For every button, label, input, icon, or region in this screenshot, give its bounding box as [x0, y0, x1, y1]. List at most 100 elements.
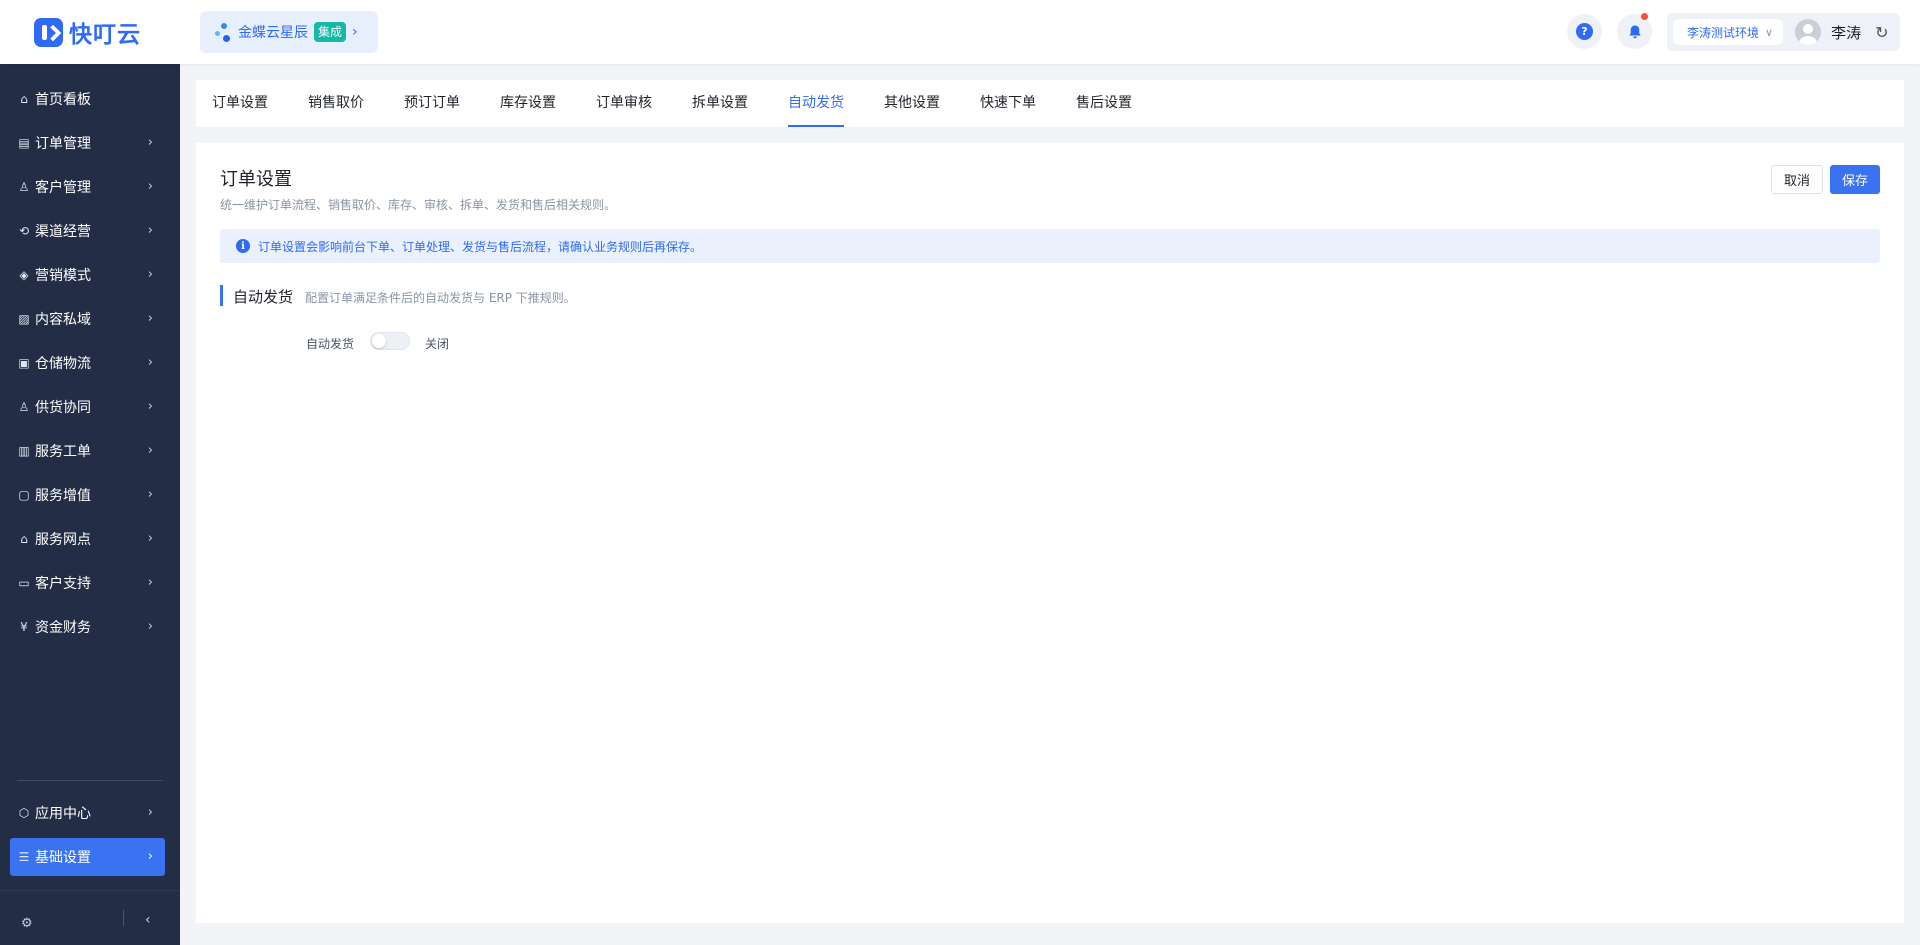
sidebar-item-service-points[interactable]: ⌂ 服务网点 ›: [10, 520, 165, 558]
sidebar-item-basic-settings[interactable]: ☰ 基础设置 ›: [10, 838, 165, 876]
bell-icon: [1628, 25, 1641, 38]
tab-sales-pricing[interactable]: 销售取价: [308, 80, 364, 127]
toggle-state-text: 关闭: [425, 337, 450, 351]
tag-icon: ◈: [19, 268, 29, 282]
auto-ship-toggle[interactable]: [370, 332, 410, 350]
chevron-down-icon: ∨: [1765, 25, 1774, 39]
refresh-icon[interactable]: ↻: [1875, 23, 1888, 42]
ticket-icon: ▥: [18, 444, 30, 458]
yen-icon: ¥: [20, 620, 28, 634]
brand-name: 快叮云: [69, 22, 141, 48]
support-icon: ▭: [18, 576, 30, 590]
tab-other-settings[interactable]: 其他设置: [884, 80, 940, 127]
info-icon: i: [236, 239, 250, 253]
chevron-right-icon: ›: [147, 619, 153, 634]
settings-card: 订单设置 统一维护订单流程、销售取价、库存、审核、拆单、发货和售后相关规则。 取…: [196, 143, 1904, 923]
chevron-right-icon: ›: [147, 267, 153, 282]
sidebar-item-label: 渠道经营: [35, 224, 91, 240]
page-description: 统一维护订单流程、销售取价、库存、审核、拆单、发货和售后相关规则。: [220, 198, 617, 212]
sidebar-item-content[interactable]: ▨ 内容私域 ›: [10, 300, 165, 338]
box-icon: ▣: [18, 356, 30, 370]
sidebar-item-value-added[interactable]: ▢ 服务增值 ›: [10, 476, 165, 514]
chevron-right-icon: ›: [147, 135, 153, 150]
sidebar-item-orders[interactable]: ▤ 订单管理 ›: [10, 124, 165, 162]
chevron-right-icon: ›: [147, 487, 153, 502]
gear-icon[interactable]: ⚙: [21, 916, 33, 931]
info-alert: i 订单设置会影响前台下单、订单处理、发货与售后流程，请确认业务规则后再保存。: [220, 229, 1880, 263]
chevron-right-icon: ›: [147, 443, 153, 458]
section-title: 自动发货: [233, 288, 294, 306]
auto-ship-label: 自动发货: [306, 337, 355, 351]
sidebar-item-label: 首页看板: [35, 92, 91, 108]
tab-split-settings[interactable]: 拆单设置: [692, 80, 748, 127]
collapse-sidebar-icon[interactable]: ‹: [145, 912, 151, 928]
help-button[interactable]: ?: [1567, 14, 1602, 49]
section-description: 配置订单满足条件后的自动发货与 ERP 下推规则。: [305, 291, 576, 305]
chevron-right-icon: ›: [147, 805, 153, 820]
sidebar-item-service-tickets[interactable]: ▥ 服务工单 ›: [10, 432, 165, 470]
top-header: 快叮云 金蝶云星辰 集成 › ? 李涛测试环境 ∨ 李涛 ↻: [0, 0, 1920, 64]
chevron-right-icon: ›: [147, 531, 153, 546]
tab-order-review[interactable]: 订单审核: [596, 80, 652, 127]
sidebar-item-label: 客户管理: [35, 180, 91, 196]
settings-icon: ☰: [18, 850, 30, 864]
sidebar-item-supply[interactable]: ♙ 供货协同 ›: [10, 388, 165, 426]
store-icon: ⌂: [20, 532, 28, 546]
save-button[interactable]: 保存: [1830, 165, 1880, 194]
sidebar-item-label: 基础设置: [35, 850, 91, 866]
notification-button[interactable]: [1617, 13, 1652, 49]
logo-mark-icon: [34, 17, 63, 47]
org-switcher[interactable]: 金蝶云星辰 集成 ›: [200, 11, 378, 53]
home-icon: ⌂: [20, 92, 28, 106]
user-area: 李涛测试环境 ∨ 李涛 ↻: [1667, 13, 1900, 51]
avatar[interactable]: [1795, 19, 1822, 45]
section-accent-bar: [220, 285, 223, 306]
sidebar-item-warehouse[interactable]: ▣ 仓储物流 ›: [10, 344, 165, 382]
env-select[interactable]: 李涛测试环境 ∨: [1673, 19, 1784, 45]
sidebar-item-support[interactable]: ▭ 客户支持 ›: [10, 564, 165, 602]
sidebar-item-label: 服务工单: [35, 444, 91, 460]
tab-quick-order[interactable]: 快速下单: [980, 80, 1036, 127]
sidebar-item-channels[interactable]: ⟲ 渠道经营 ›: [10, 212, 165, 250]
cube-icon: ⬡: [18, 806, 30, 820]
chevron-right-icon: ›: [147, 311, 153, 326]
sidebar-item-label: 资金财务: [35, 620, 91, 636]
app-logo[interactable]: 快叮云: [0, 0, 180, 64]
sidebar-item-label: 服务增值: [35, 488, 91, 504]
page-title: 订单设置: [220, 169, 292, 190]
tab-inventory-settings[interactable]: 库存设置: [500, 80, 556, 127]
chevron-right-icon: ›: [147, 849, 153, 864]
tab-after-sales[interactable]: 售后设置: [1076, 80, 1132, 127]
tab-order-settings[interactable]: 订单设置: [212, 80, 268, 127]
sidebar-item-label: 订单管理: [35, 136, 91, 152]
sidebar-item-label: 供货协同: [35, 400, 91, 416]
chevron-right-icon: ›: [147, 223, 153, 238]
tab-pre-orders[interactable]: 预订订单: [404, 80, 460, 127]
sidebar-item-finance[interactable]: ¥ 资金财务 ›: [10, 608, 165, 646]
sidebar-item-label: 客户支持: [35, 576, 91, 592]
org-tag-badge: 集成: [314, 22, 347, 42]
supply-icon: ♙: [18, 400, 30, 414]
sidebar-item-marketing[interactable]: ◈ 营销模式 ›: [10, 256, 165, 294]
chevron-right-icon: ›: [147, 179, 153, 194]
user-name[interactable]: 李涛: [1831, 22, 1861, 43]
image-icon: ▨: [18, 312, 30, 326]
sidebar-item-label: 服务网点: [35, 532, 91, 548]
tab-auto-shipping[interactable]: 自动发货: [788, 80, 844, 127]
org-name: 金蝶云星辰: [238, 25, 308, 41]
sidebar-item-label: 仓储物流: [35, 356, 91, 372]
footer-separator: [123, 910, 124, 926]
settings-tabs: 订单设置 销售取价 预订订单 库存设置 订单审核 拆单设置 自动发货 其他设置 …: [196, 80, 1904, 127]
sidebar-divider: [17, 780, 163, 781]
sidebar-footer-divider: [0, 890, 180, 891]
bag-icon: ▢: [18, 488, 30, 502]
chevron-right-icon: ›: [352, 24, 358, 40]
sidebar-item-dashboard[interactable]: ⌂ 首页看板: [10, 80, 165, 118]
cancel-button[interactable]: 取消: [1771, 165, 1823, 194]
sidebar-item-app-center[interactable]: ⬡ 应用中心 ›: [10, 794, 165, 832]
channel-icon: ⟲: [18, 224, 30, 238]
sidebar-item-label: 内容私域: [35, 312, 91, 328]
chevron-right-icon: ›: [147, 399, 153, 414]
info-text: 订单设置会影响前台下单、订单处理、发货与售后流程，请确认业务规则后再保存。: [258, 239, 703, 254]
sidebar-item-customers[interactable]: ♙ 客户管理 ›: [10, 168, 165, 206]
